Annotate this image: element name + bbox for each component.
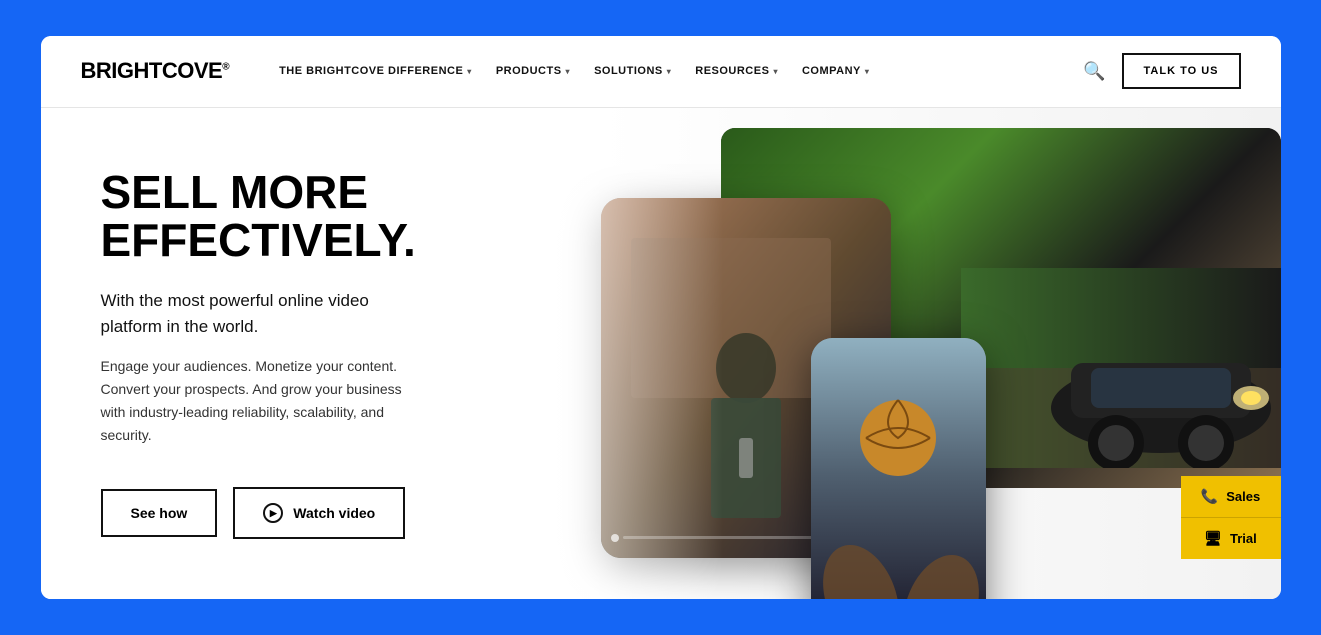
nav-label-company: COMPANY — [802, 65, 861, 77]
nav-label-solutions: SOLUTIONS — [594, 65, 663, 77]
hero-devices — [541, 128, 1281, 598]
play-icon: ▶ — [263, 503, 283, 523]
nav-item-resources[interactable]: RESOURCES ▾ — [685, 57, 788, 85]
nav-item-solutions[interactable]: SOLUTIONS ▾ — [584, 57, 681, 85]
trial-button[interactable]: 🖥 Trial — [1181, 518, 1281, 559]
phone-content — [811, 338, 986, 600]
trial-label: Trial — [1230, 531, 1257, 546]
sales-button[interactable]: 📞 Sales — [1181, 476, 1281, 518]
tablet-play-dot — [611, 534, 619, 542]
device-phone — [811, 338, 986, 600]
car-image — [961, 268, 1281, 468]
search-icon[interactable]: 🔍 — [1083, 61, 1105, 82]
chevron-down-icon: ▾ — [566, 67, 571, 76]
talk-to-us-button[interactable]: TALK TO US — [1122, 53, 1241, 89]
hero-title-line2: EFFECTIVELY. — [101, 214, 416, 266]
phone-icon: 📞 — [1201, 488, 1218, 505]
phone-screen — [811, 338, 986, 600]
browser-frame: BRIGHTCOVE® THE BRIGHTCOVE DIFFERENCE ▾ … — [41, 36, 1281, 600]
hero-buttons: See how ▶ Watch video — [101, 487, 421, 539]
navbar: BRIGHTCOVE® THE BRIGHTCOVE DIFFERENCE ▾ … — [41, 36, 1281, 108]
sales-label: Sales — [1226, 489, 1260, 504]
nav-label-difference: THE BRIGHTCOVE DIFFERENCE — [279, 65, 463, 77]
chevron-down-icon: ▾ — [667, 67, 672, 76]
see-how-button[interactable]: See how — [101, 489, 218, 537]
watch-video-label: Watch video — [293, 505, 375, 521]
nav-item-difference[interactable]: THE BRIGHTCOVE DIFFERENCE ▾ — [269, 57, 482, 85]
hero-title: SELL MORE EFFECTIVELY. — [101, 168, 421, 265]
nav-actions: 🔍 TALK TO US — [1083, 53, 1240, 89]
nav-item-products[interactable]: PRODUCTS ▾ — [486, 57, 580, 85]
hero-text: SELL MORE EFFECTIVELY. With the most pow… — [41, 108, 461, 600]
nav-item-company[interactable]: COMPANY ▾ — [792, 57, 879, 85]
hero-subtitle: With the most powerful online video plat… — [101, 288, 421, 339]
chevron-down-icon: ▾ — [865, 67, 870, 76]
logo-text: BRIGHTCOVE — [81, 58, 223, 83]
side-buttons: 📞 Sales 🖥 Trial — [1181, 476, 1281, 559]
hero-title-line1: SELL MORE — [101, 166, 369, 218]
monitor-icon: 🖥 — [1204, 530, 1222, 547]
logo[interactable]: BRIGHTCOVE® — [81, 58, 230, 84]
chevron-down-icon: ▾ — [467, 67, 472, 76]
chevron-down-icon: ▾ — [773, 67, 778, 76]
nav-links: THE BRIGHTCOVE DIFFERENCE ▾ PRODUCTS ▾ S… — [269, 57, 1083, 85]
watch-video-button[interactable]: ▶ Watch video — [233, 487, 405, 539]
hero-section: SELL MORE EFFECTIVELY. With the most pow… — [41, 108, 1281, 600]
hero-body: Engage your audiences. Monetize your con… — [101, 355, 421, 447]
logo-trademark: ® — [222, 62, 229, 73]
nav-label-resources: RESOURCES — [695, 65, 769, 77]
nav-label-products: PRODUCTS — [496, 65, 562, 77]
